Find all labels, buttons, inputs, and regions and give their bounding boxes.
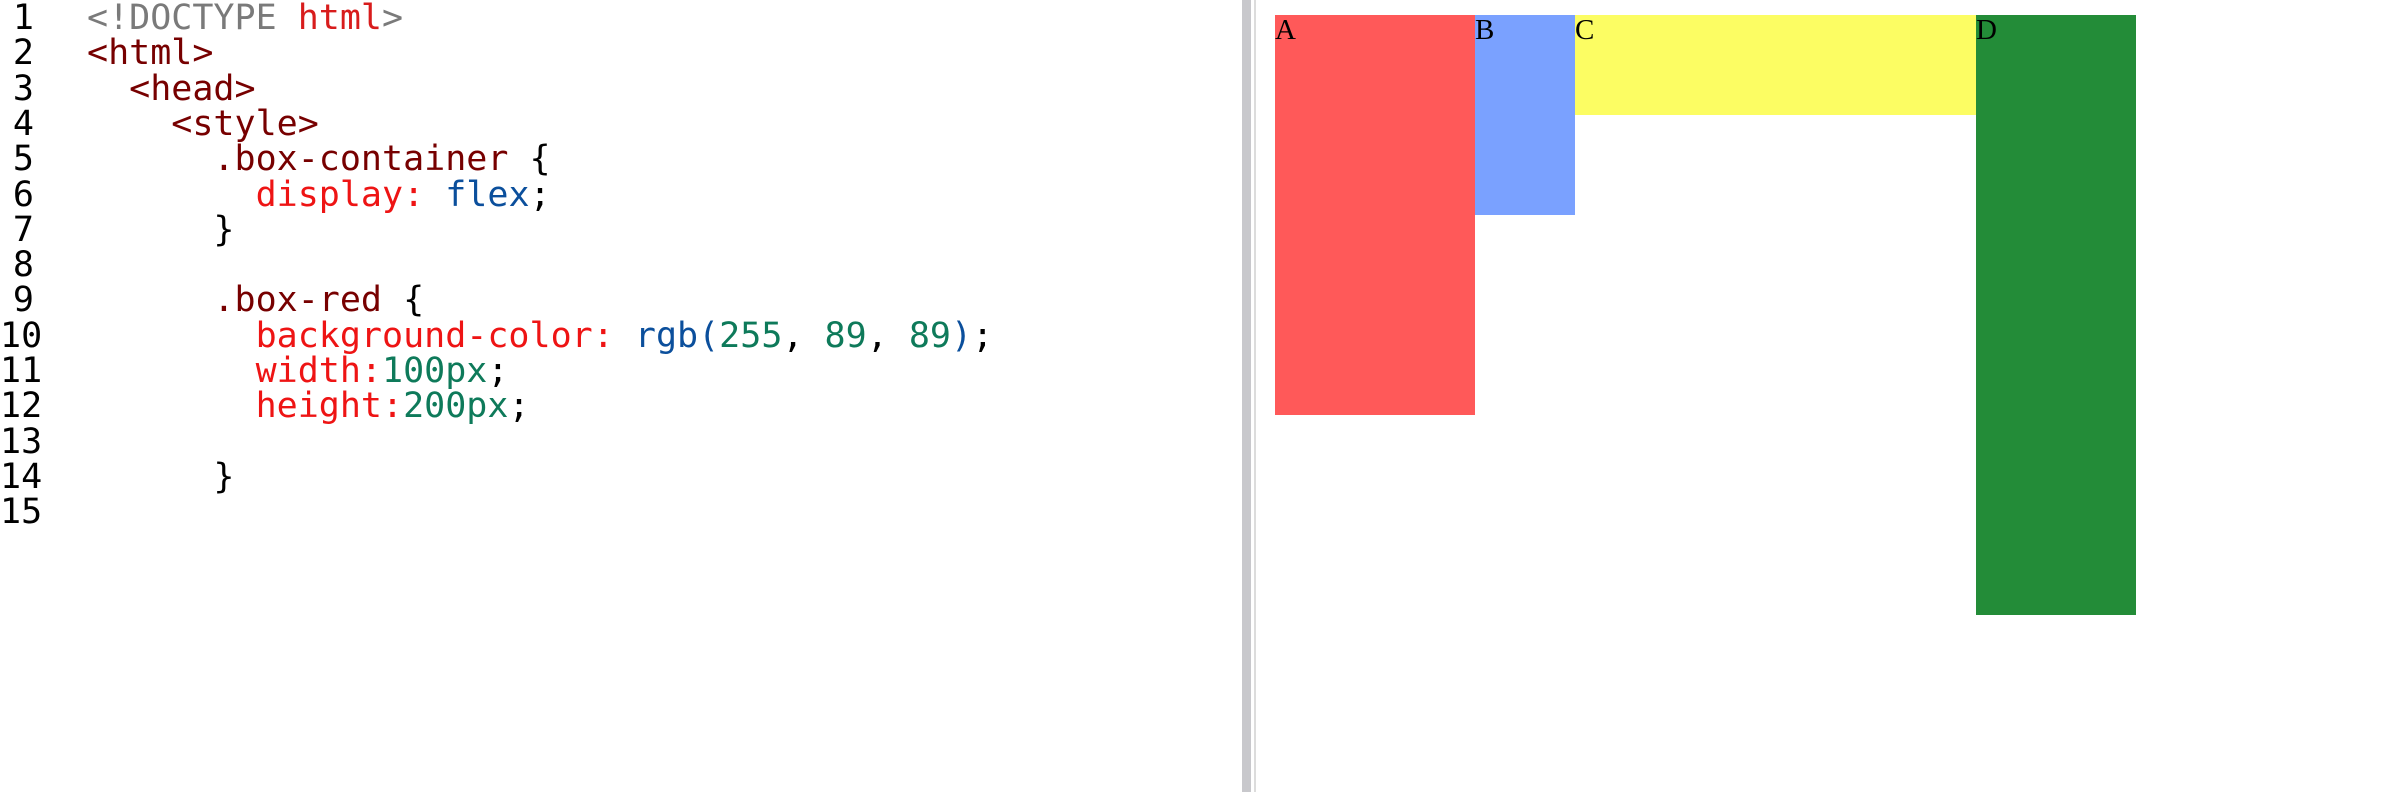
pane-splitter[interactable] — [1240, 0, 1260, 792]
preview-pane: A B C D — [1260, 0, 2392, 792]
code-playground: 1 <!DOCTYPE html> 2 <html> 3 <head> 4 <style>… — [0, 0, 2392, 792]
splitter-handle[interactable] — [1242, 0, 1251, 792]
box-container: A B C D — [1275, 14, 2136, 615]
box-red: A — [1275, 14, 1475, 415]
line-number: 15 — [0, 492, 43, 533]
box-green: D — [1976, 14, 2136, 615]
code-editor[interactable]: 1 <!DOCTYPE html> 2 <html> 3 <head> 4 <style>… — [0, 0, 1240, 792]
box-blue: B — [1475, 14, 1575, 215]
code-line[interactable]: 15 — [0, 485, 1240, 539]
box-yellow: C — [1575, 14, 1976, 115]
splitter-divider — [1254, 0, 1256, 792]
